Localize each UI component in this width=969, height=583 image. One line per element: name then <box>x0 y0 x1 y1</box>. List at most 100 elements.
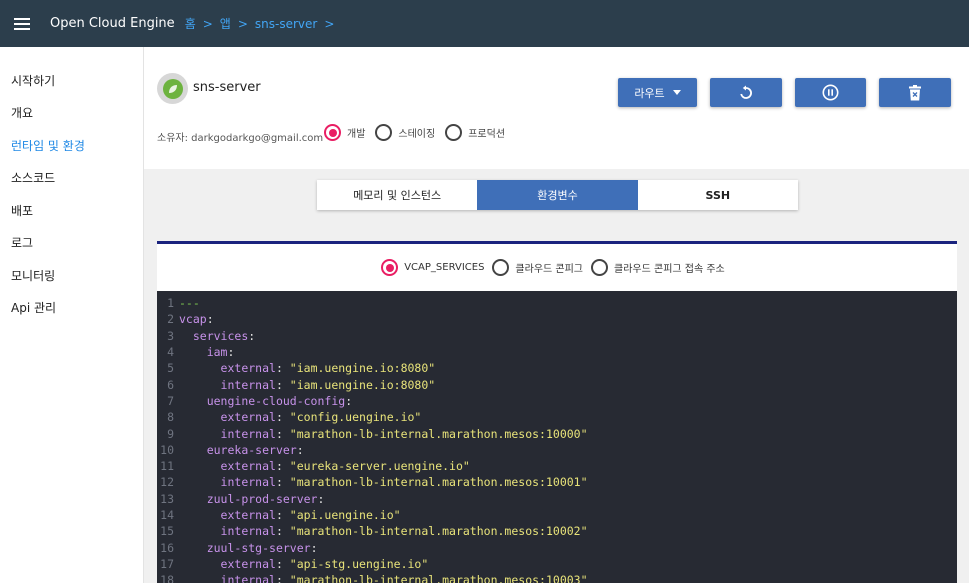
sidebar-item-deploy[interactable]: 배포 <box>0 194 143 227</box>
env-radio-dev[interactable]: 개발 <box>324 124 365 141</box>
env-source-selector: VCAP_SERVICES 클라우드 콘피그 클라우드 콘피그 접속 주소 <box>157 244 957 291</box>
app-title[interactable]: Open Cloud Engine <box>50 16 175 31</box>
line-number: 18 <box>160 573 174 583</box>
radio-unselected-icon <box>445 124 463 141</box>
code-token: : <box>296 442 304 457</box>
code-token: "iam.uengine.io:8080" <box>289 361 436 376</box>
code-token: "iam.uengine.io:8080" <box>289 377 436 392</box>
line-number: 15 <box>160 524 174 539</box>
code-token: external <box>220 556 276 571</box>
code-line: 11 external: "eureka-server.uengine.io" <box>157 458 957 474</box>
code-editor[interactable]: 1 --- 2 vcap:3 services:4 iam:5 external: "… <box>157 291 957 583</box>
avatar <box>157 73 188 104</box>
breadcrumb-app[interactable]: sns-server <box>255 17 317 31</box>
sidebar-item-runtime-env[interactable]: 런타임 및 환경 <box>0 129 143 162</box>
env-radio-label: 프로덕션 <box>468 129 506 140</box>
sidebar-item-logs[interactable]: 로그 <box>0 227 143 260</box>
delete-icon <box>909 84 921 100</box>
line-number: 4 <box>167 345 174 360</box>
app-header: sns-server 소유자: darkgodarkgo@gmail.com 개… <box>144 47 969 169</box>
tab-memory-instances[interactable]: 메모리 및 인스턴스 <box>317 180 477 210</box>
breadcrumb-apps[interactable]: 앱 <box>220 15 231 32</box>
env-radio-production[interactable]: 프로덕션 <box>445 124 505 141</box>
sidebar-item-overview[interactable]: 개요 <box>0 97 143 130</box>
code-token: internal <box>220 377 276 392</box>
spring-boot-logo-icon <box>162 78 183 99</box>
breadcrumb-home[interactable]: 홈 <box>185 15 196 32</box>
source-radio-cloud-config-url[interactable]: 클라우드 콘피그 접속 주소 <box>591 259 725 276</box>
env-radio-label: 스테이징 <box>398 129 436 140</box>
code-line: 10 eureka-server: <box>157 442 957 458</box>
source-radio-cloud-config[interactable]: 클라우드 콘피그 <box>492 259 583 276</box>
sidebar-item-getting-started[interactable]: 시작하기 <box>0 64 143 97</box>
delete-button[interactable] <box>879 78 951 107</box>
line-number: 16 <box>160 540 174 555</box>
code-token: : <box>275 556 290 571</box>
sidebar: 시작하기 개요 런타임 및 환경 소스코드 배포 로그 모니터링 Api 관리 <box>0 47 144 583</box>
code-token: external <box>220 410 276 425</box>
code-token: internal <box>220 524 276 539</box>
line-number: 9 <box>167 426 174 441</box>
code-token: : <box>275 475 290 490</box>
code-token: "eureka-server.uengine.io" <box>289 459 470 474</box>
sidebar-item-monitoring[interactable]: 모니터링 <box>0 259 143 292</box>
code-token: "config.uengine.io" <box>289 410 422 425</box>
code-token: : <box>275 361 290 376</box>
app-name: sns-server <box>193 80 261 95</box>
code-token: : <box>310 540 318 555</box>
code-line: 5 external: "iam.uengine.io:8080" <box>157 360 957 376</box>
code-token: services <box>192 328 249 343</box>
code-token: external <box>220 508 276 522</box>
line-number: 13 <box>160 491 174 506</box>
route-dropdown-button[interactable]: 라우트 <box>618 78 697 107</box>
tab-ssh[interactable]: SSH <box>638 180 798 210</box>
tab-environment-variables[interactable]: 환경변수 <box>477 180 638 210</box>
line-number: 8 <box>167 410 174 425</box>
restart-button[interactable] <box>710 78 782 107</box>
code-token: "api.uengine.io" <box>289 508 401 522</box>
code-token: : <box>275 573 290 583</box>
line-number: 2 <box>167 312 174 327</box>
code-token: : <box>345 393 353 408</box>
line-number: 10 <box>160 442 174 457</box>
sidebar-item-source-code[interactable]: 소스코드 <box>0 162 143 195</box>
hamburger-menu-icon[interactable] <box>1 0 43 47</box>
code-token: "marathon-lb-internal.marathon.mesos:100… <box>289 524 588 539</box>
code-token: external <box>220 459 276 474</box>
code-token: : <box>275 524 290 539</box>
code-token: vcap <box>179 312 207 327</box>
route-button-label: 라우트 <box>634 86 665 100</box>
code-token: --- <box>179 296 200 311</box>
code-line: 7 uengine-cloud-config: <box>157 393 957 409</box>
code-token: : <box>275 459 290 474</box>
pause-button[interactable] <box>795 78 866 107</box>
code-line: 12 internal: "marathon-lb-internal.marat… <box>157 474 957 490</box>
source-radio-label: 클라우드 콘피그 <box>515 264 584 275</box>
code-token: : <box>275 410 290 425</box>
code-token: "marathon-lb-internal.marathon.mesos:100… <box>289 475 588 490</box>
owner-email: 소유자: darkgodarkgo@gmail.com <box>157 133 324 144</box>
code-line: 6 internal: "iam.uengine.io:8080" <box>157 376 957 392</box>
line-number: 12 <box>160 475 174 490</box>
breadcrumb-separator: > <box>202 16 213 31</box>
sidebar-item-api-management[interactable]: Api 관리 <box>0 292 143 325</box>
code-token: : <box>248 328 256 343</box>
code-line: 16 zuul-stg-server: <box>157 539 957 555</box>
breadcrumb-separator: > <box>237 16 248 31</box>
env-radio-staging[interactable]: 스테이징 <box>375 124 435 141</box>
radio-selected-icon <box>381 259 399 276</box>
source-radio-vcap-services[interactable]: VCAP_SERVICES <box>381 259 484 276</box>
radio-unselected-icon <box>492 259 510 276</box>
code-line: 2 vcap: <box>157 311 957 327</box>
